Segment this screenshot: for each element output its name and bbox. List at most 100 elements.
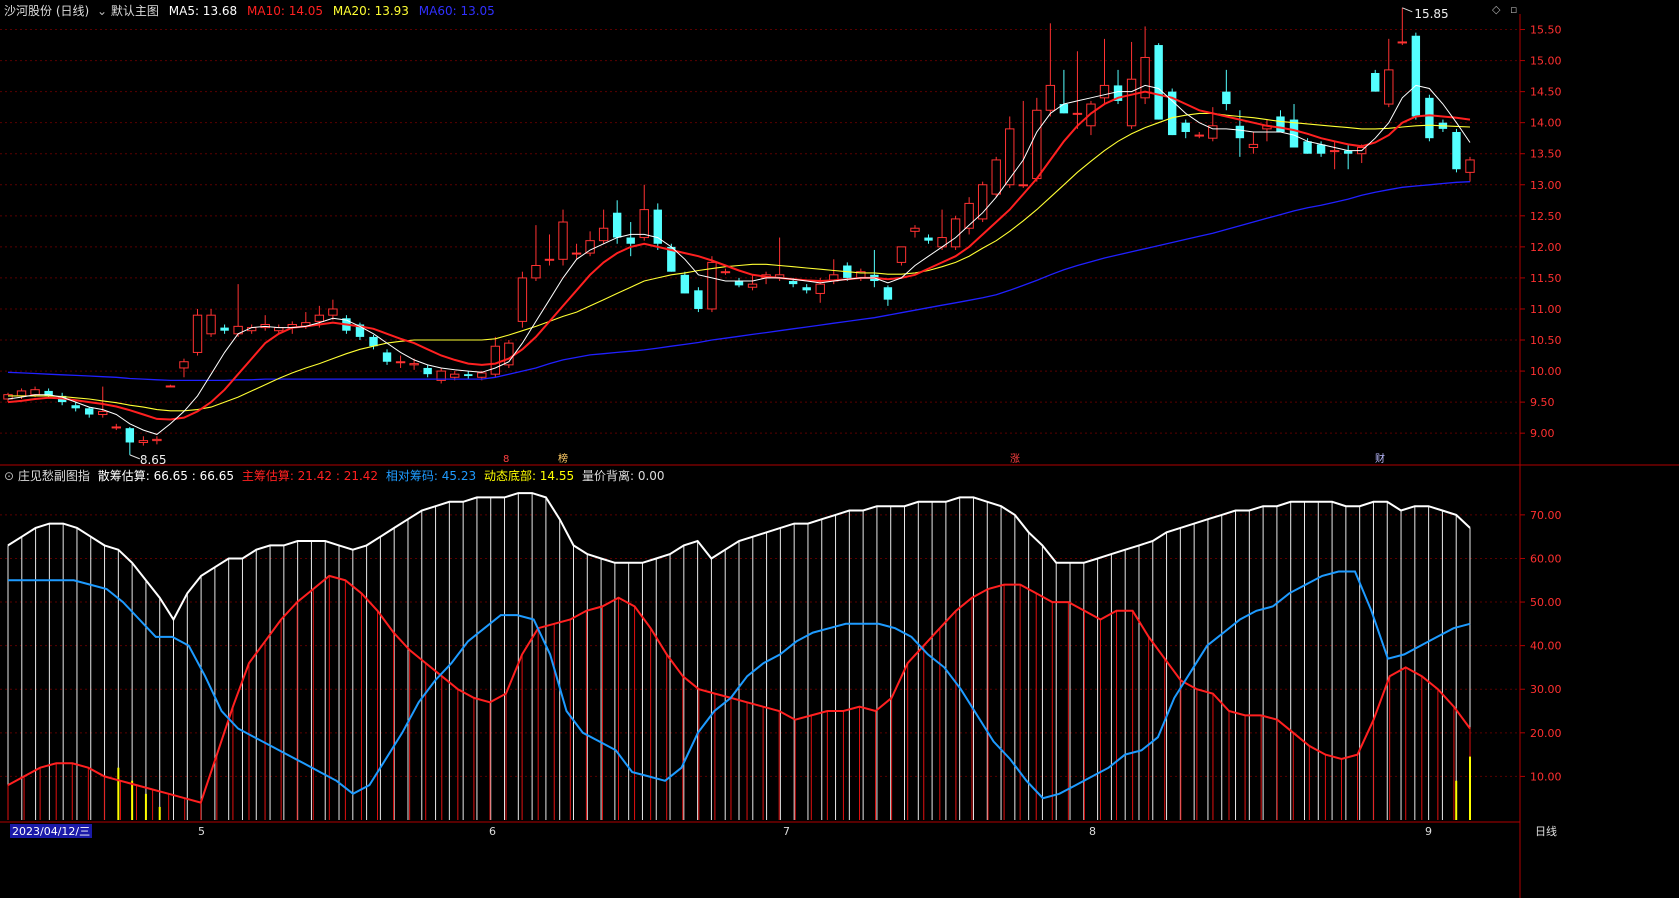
indicator-name[interactable]: 庄见愁副图指 <box>18 469 90 483</box>
event-tag[interactable]: 榜 <box>558 452 568 465</box>
candle-body <box>788 281 798 285</box>
candle-body <box>409 363 419 366</box>
price-tick-label: 15.00 <box>1530 55 1562 68</box>
candle-body <box>1099 84 1110 99</box>
candle-body <box>1154 45 1163 120</box>
stock-title[interactable]: 沙河股份 (日线) <box>4 4 89 18</box>
price-tick-label: 12.50 <box>1530 210 1562 223</box>
price-tick-label: 13.50 <box>1530 148 1562 161</box>
candle-body <box>314 314 325 322</box>
candle-body <box>369 336 378 347</box>
price-tick-label: 10.50 <box>1530 334 1562 347</box>
candle-body <box>1371 72 1380 92</box>
candle-body <box>977 184 988 220</box>
candle-body <box>1235 125 1245 139</box>
event-tag[interactable]: 财 <box>1375 452 1385 465</box>
indicator-tick-label: 70.00 <box>1530 509 1562 522</box>
candle-body <box>1397 41 1408 44</box>
indicator-tick-label: 60.00 <box>1530 552 1562 565</box>
candle-body <box>1248 143 1259 149</box>
candle-body <box>1059 104 1069 114</box>
indicator-header: ⊙ 庄见愁副图指 散筹估算: 66.65 : 66.65 主筹估算: 21.42… <box>4 467 665 484</box>
candle-body <box>206 314 216 335</box>
event-tag[interactable]: 涨 <box>1010 453 1020 465</box>
candle-body <box>16 390 27 397</box>
candle-body <box>423 367 432 375</box>
candle-body <box>30 389 40 396</box>
candle-body <box>720 271 731 274</box>
ma5-line <box>7 84 1471 435</box>
ma10-value: MA10: 14.05 <box>247 4 324 18</box>
candle-body <box>910 227 920 232</box>
candle-body <box>558 221 568 260</box>
candle-body <box>98 410 108 416</box>
candle-body <box>747 283 758 288</box>
price-panel <box>3 7 1475 455</box>
price-tick-label: 14.50 <box>1530 86 1562 99</box>
relative-value: 相对筹码: 45.23 <box>385 469 477 483</box>
period-label[interactable]: 日线 <box>1535 824 1557 838</box>
candle-body <box>1181 122 1190 132</box>
indicator-tick-label: 20.00 <box>1530 727 1562 740</box>
candle-body <box>71 405 80 409</box>
chart-canvas[interactable]: 9.00 9.50 10.00 10.50 11.00 11.50 12.00 12.50 13… <box>0 0 1679 898</box>
candle-body <box>1005 128 1015 186</box>
candle-body <box>152 438 162 442</box>
candle-body <box>1384 69 1394 105</box>
price-tick-label: 13.00 <box>1530 179 1562 192</box>
candle-body <box>896 246 907 263</box>
candle-body <box>179 361 189 369</box>
candle-body <box>1425 97 1434 139</box>
chart-frame <box>0 14 1679 898</box>
ma20-line <box>8 112 1471 412</box>
candle-body <box>464 374 473 377</box>
window-icon[interactable]: ▫ <box>1510 3 1517 16</box>
candle-body <box>924 237 933 241</box>
candle-body <box>111 426 121 429</box>
candle-body <box>1018 184 1028 187</box>
divergence-value: 量价背离: 0.00 <box>581 469 665 483</box>
price-tick-label: 14.00 <box>1530 117 1562 130</box>
candle-body <box>950 218 961 248</box>
price-tick-label: 15.50 <box>1530 24 1562 37</box>
candle-body <box>477 372 487 378</box>
month-label: 8 <box>1089 825 1096 838</box>
candle-body <box>734 281 744 286</box>
indicator-panel <box>7 492 1471 820</box>
y-axes: 9.00 9.50 10.00 10.50 11.00 11.50 12.00 12.50 13… <box>1520 24 1562 783</box>
candle-body <box>639 209 649 239</box>
candle-body <box>802 287 811 291</box>
candle-body <box>138 440 149 443</box>
retail-value: 散筹估算: 66.65 : 66.65 <box>97 469 234 483</box>
candle-body <box>1465 159 1475 173</box>
main-value: 主筹估算: 21.42 : 21.42 <box>241 469 379 483</box>
main-chart-menu[interactable]: 默认主图 <box>111 4 159 18</box>
candle-body <box>1316 144 1326 154</box>
gear-icon[interactable]: ⊙ <box>4 469 14 483</box>
candle-body <box>991 159 1001 195</box>
candle-body <box>1222 91 1231 105</box>
month-label: 7 <box>783 825 790 838</box>
ma5-value: MA5: 13.68 <box>168 4 238 18</box>
price-tick-label: 10.00 <box>1530 365 1562 378</box>
price-tick-label: 12.00 <box>1530 241 1562 254</box>
candle-body <box>544 258 555 261</box>
candle-body <box>382 352 392 362</box>
candle-body <box>612 212 622 238</box>
bottom-value: 动态底部: 14.55 <box>483 469 575 483</box>
price-tick-label: 11.00 <box>1530 303 1562 316</box>
candle-body <box>653 209 662 244</box>
candle-body <box>571 252 582 255</box>
event-tag[interactable]: 8 <box>503 454 509 465</box>
chevron-down-icon[interactable]: ⌄ <box>97 4 107 18</box>
candle-body <box>1276 116 1285 132</box>
candle-body <box>125 428 135 443</box>
indicator-tick-label: 50.00 <box>1530 596 1562 609</box>
month-label: 6 <box>489 825 496 838</box>
candle-body <box>450 373 460 378</box>
month-label: 5 <box>198 825 205 838</box>
diamond-icon[interactable]: ◇ <box>1492 3 1500 16</box>
candle-body <box>1032 109 1042 180</box>
price-tick-label: 9.50 <box>1530 396 1555 409</box>
ma20-value: MA20: 13.93 <box>332 4 409 18</box>
